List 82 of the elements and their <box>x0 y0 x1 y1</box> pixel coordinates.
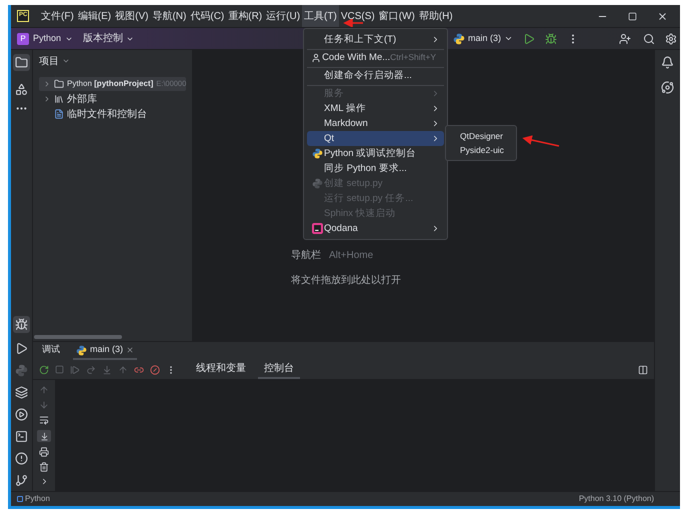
python-icon <box>452 32 465 44</box>
menu-item[interactable]: Code With Me...Ctrl+Shift+Y <box>307 49 444 65</box>
menu-item[interactable]: 任务和上下文(T) <box>307 32 444 47</box>
add-user-icon[interactable] <box>619 32 631 44</box>
menu-bar-item[interactable]: 窗口(W) <box>376 5 417 27</box>
menu-item[interactable]: QtDesigner <box>446 129 516 143</box>
print-icon[interactable] <box>39 447 49 457</box>
menu-item[interactable]: 创建命令行启动器... <box>307 67 444 83</box>
tree-item[interactable]: 临时文件和控制台 <box>39 107 186 121</box>
menu-bar-item[interactable]: 运行(U) <box>264 5 302 27</box>
rerun-icon[interactable] <box>39 364 49 374</box>
search-icon[interactable] <box>643 32 655 44</box>
close-tab-icon[interactable] <box>126 346 134 354</box>
bell-icon[interactable] <box>661 56 674 69</box>
panel-title[interactable]: 项目 <box>39 54 59 68</box>
menu-bar-item[interactable]: 视图(V) <box>113 5 150 27</box>
tool-window-tab[interactable]: main (3) <box>73 342 138 360</box>
menu-bar-item[interactable]: 导航(N) <box>150 5 188 27</box>
project-square-icon <box>17 496 23 502</box>
terminal-icon[interactable] <box>15 430 28 443</box>
menu-item[interactable]: 同步 Python 要求... <box>307 161 444 176</box>
scroll-to-end-button[interactable] <box>37 430 51 442</box>
problems-icon[interactable] <box>15 452 28 465</box>
tree-item[interactable]: 外部库 <box>39 92 186 106</box>
python-icon <box>76 344 87 356</box>
menu-item[interactable]: XML 操作 <box>307 101 444 116</box>
menu-bar-item[interactable]: 工具(T) <box>302 5 339 27</box>
git-branch-icon[interactable] <box>15 474 28 487</box>
menu-item[interactable]: Qodana <box>307 221 444 236</box>
status-project[interactable]: Python <box>25 493 50 505</box>
layers-icon[interactable] <box>15 386 28 399</box>
breakpoints-icon[interactable] <box>134 364 144 374</box>
bug-icon <box>15 318 28 331</box>
scroll-to-end-icon <box>40 432 48 440</box>
vcs-button[interactable]: 版本控制 <box>83 31 134 46</box>
tree-label: 临时文件和控制台 <box>67 108 147 122</box>
run-icon[interactable] <box>15 342 28 355</box>
qodana-logo-icon <box>312 223 322 234</box>
menu-bar-item[interactable]: 重构(R) <box>226 5 264 27</box>
menu-item[interactable]: Pyside2-uic <box>446 143 516 157</box>
maximize-icon[interactable] <box>628 12 637 20</box>
menu-bar-item[interactable]: 帮助(H) <box>416 5 455 27</box>
debug-icon[interactable] <box>545 32 557 44</box>
debugger-tab[interactable]: 线程和变量 <box>190 360 252 379</box>
tree-label: Python [pythonProject] <box>67 78 154 90</box>
menu-bar-item[interactable]: 文件(F) <box>39 5 76 27</box>
tree-label: 外部库 <box>67 92 97 106</box>
menu-bar-item[interactable]: VCS(S) <box>338 5 377 27</box>
settings-icon[interactable] <box>665 32 677 44</box>
project-button[interactable]: P Python <box>17 32 74 46</box>
layout-icon[interactable] <box>638 364 648 374</box>
run-icon[interactable] <box>523 32 535 44</box>
menu-bar-item[interactable]: 编辑(E) <box>76 5 114 27</box>
project-badge: P <box>17 32 29 44</box>
services-icon[interactable] <box>15 408 28 421</box>
tool-window-tab[interactable]: 调试 <box>39 342 63 360</box>
python-icon <box>312 178 322 189</box>
library-icon <box>54 94 64 104</box>
mute-breakpoints-icon[interactable] <box>150 364 160 374</box>
scratch-file-icon <box>54 109 64 119</box>
menu-item[interactable]: Python 或调试控制台 <box>307 146 444 161</box>
project-tool-button[interactable] <box>13 54 30 71</box>
folder-icon <box>54 79 64 89</box>
run-config-button[interactable]: main (3) <box>452 32 513 46</box>
python-icon <box>312 148 322 159</box>
menu-item[interactable]: Qt <box>307 131 444 146</box>
user-icon <box>311 52 322 62</box>
soft-wrap-icon[interactable] <box>39 415 49 425</box>
close-icon[interactable] <box>657 10 668 22</box>
hint-label: 将文件拖放到此处以打开 <box>291 274 401 288</box>
menu-item[interactable]: Markdown <box>307 116 444 131</box>
hint-label: 导航栏 <box>291 248 321 263</box>
structure-icon[interactable] <box>15 83 28 96</box>
annotation-arrow <box>521 135 561 149</box>
hint-shortcut: Alt+Home <box>329 249 374 263</box>
interpreter-status[interactable]: Python 3.10 (Python) <box>578 493 654 505</box>
trash-icon[interactable] <box>39 462 49 472</box>
python-console-icon <box>15 364 28 377</box>
menu-bar-item[interactable]: 代码(C) <box>188 5 226 27</box>
folder-icon <box>15 56 28 69</box>
horizontal-scrollbar[interactable] <box>34 335 122 339</box>
debug-tool-button[interactable] <box>13 316 30 333</box>
